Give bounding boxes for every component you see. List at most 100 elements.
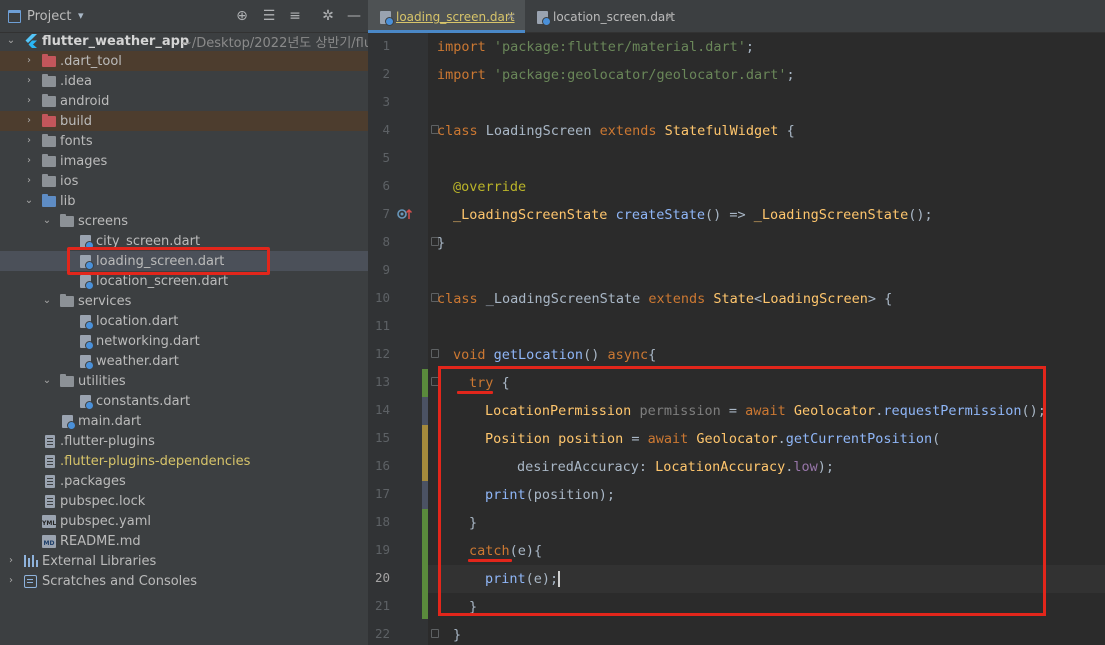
tree-item-ios[interactable]: › ios [0, 171, 368, 191]
tree-item-label: pubspec.lock [60, 493, 146, 509]
collapsed-arrow-icon[interactable]: › [24, 96, 34, 106]
class-name-token: LoadingScreen [485, 123, 592, 139]
dart-file-icon [62, 414, 76, 430]
tree-item-packages[interactable]: .packages [0, 471, 368, 491]
expand-arrow-icon[interactable]: ⌄ [42, 216, 52, 226]
collapse-all-icon[interactable]: ≡ [287, 8, 303, 24]
collapsed-arrow-icon[interactable]: › [24, 56, 34, 66]
tree-item-external-libraries[interactable]: › External Libraries [0, 551, 368, 571]
tree-item-lib[interactable]: ⌄ lib [0, 191, 368, 211]
code-line-22[interactable]: } [428, 621, 1105, 645]
folder-red-icon [42, 114, 56, 127]
dart-file-icon [80, 334, 94, 350]
dart-file-icon [80, 354, 94, 370]
editor-tab-bar: loading_screen.dart × location_screen.da… [368, 0, 1105, 33]
expand-arrow-icon[interactable]: ⌄ [6, 36, 16, 46]
code-line-7[interactable]: _LoadingScreenState createState() => _Lo… [428, 201, 1105, 229]
tree-item-networking[interactable]: networking.dart [0, 331, 368, 351]
collapsed-arrow-icon[interactable]: › [24, 176, 34, 186]
tree-item-build[interactable]: › build [0, 111, 368, 131]
line-number: 3 [382, 94, 390, 109]
brace-token: } [437, 235, 446, 251]
punctuation-token: { [648, 347, 657, 363]
tree-item-utilities[interactable]: ⌄ utilities [0, 371, 368, 391]
tree-item-label: fonts [60, 133, 93, 149]
type-token: State [713, 291, 755, 307]
tree-item-flutter-plugins[interactable]: .flutter-plugins [0, 431, 368, 451]
tree-item-screens[interactable]: ⌄ screens [0, 211, 368, 231]
tree-item-label: pubspec.yaml [60, 513, 151, 529]
dart-file-icon [537, 11, 551, 26]
dart-file-icon [80, 314, 94, 330]
tree-item-dart-tool[interactable]: › .dart_tool [0, 51, 368, 71]
target-icon[interactable]: ⊕ [234, 8, 250, 24]
tree-item-constants[interactable]: constants.dart [0, 391, 368, 411]
line-number: 21 [374, 598, 390, 613]
tree-item-pubspec-lock[interactable]: pubspec.lock [0, 491, 368, 511]
tab-loading-screen[interactable]: loading_screen.dart × [368, 0, 525, 33]
folder-blue-icon [42, 194, 56, 207]
collapsed-arrow-icon[interactable]: › [24, 136, 34, 146]
collapsed-arrow-icon[interactable]: › [24, 116, 34, 126]
expand-arrow-icon[interactable]: ⌄ [42, 296, 52, 306]
line-number: 7 [382, 206, 390, 221]
dart-file-icon [80, 274, 94, 290]
tree-item-location[interactable]: location.dart [0, 311, 368, 331]
folder-red-icon [42, 54, 56, 67]
tree-item-label: .flutter-plugins [60, 433, 155, 449]
collapsed-arrow-icon[interactable]: › [6, 556, 16, 566]
try-catch-highlight-box [438, 366, 1046, 616]
keyword-token: class [437, 291, 478, 307]
collapsed-arrow-icon[interactable]: › [6, 576, 16, 586]
line-number-current: 20 [374, 570, 390, 585]
tree-item-scratches[interactable]: › Scratches and Consoles [0, 571, 368, 591]
tree-item-flutter-plugins-dependencies[interactable]: .flutter-plugins-dependencies [0, 451, 368, 471]
tree-item-idea[interactable]: › .idea [0, 71, 368, 91]
code-line-10[interactable]: class _LoadingScreenState extends State<… [428, 285, 1105, 313]
tree-item-images[interactable]: › images [0, 151, 368, 171]
override-method-icon[interactable] [397, 206, 413, 222]
brace-token: } [453, 627, 462, 643]
tree-item-label: weather.dart [96, 353, 179, 369]
tree-item-pubspec-yaml[interactable]: YML pubspec.yaml [0, 511, 368, 531]
code-line-4[interactable]: class LoadingScreen extends StatefulWidg… [428, 117, 1105, 145]
tree-item-main[interactable]: main.dart [0, 411, 368, 431]
folder-grey-icon [42, 94, 56, 107]
line-number: 12 [374, 346, 390, 361]
close-icon[interactable]: × [506, 9, 516, 23]
collapsed-arrow-icon[interactable]: › [24, 156, 34, 166]
close-icon[interactable]: × [665, 9, 675, 23]
code-line-6[interactable]: @override [428, 173, 1105, 201]
tree-item-services[interactable]: ⌄ services [0, 291, 368, 311]
tree-item-label: External Libraries [42, 553, 157, 569]
punctuation-token: () => [704, 207, 754, 223]
dart-file-icon [80, 394, 94, 410]
punctuation-token: ; [745, 39, 755, 55]
code-line-2[interactable]: import 'package:geolocator/geolocator.da… [428, 61, 1105, 89]
tree-item-label: .flutter-plugins-dependencies [60, 453, 251, 469]
tree-item-fonts[interactable]: › fonts [0, 131, 368, 151]
code-line-8[interactable]: } [428, 229, 1105, 257]
code-line-12[interactable]: void getLocation() async{ [428, 341, 1105, 369]
minimize-icon[interactable]: — [346, 8, 362, 24]
yaml-file-icon: YML [42, 514, 56, 528]
tree-item-android[interactable]: › android [0, 91, 368, 111]
folder-grey-icon [42, 74, 56, 87]
expand-arrow-icon[interactable]: ⌄ [24, 196, 34, 206]
function-token: getLocation [493, 347, 584, 363]
folder-grey-icon [42, 134, 56, 147]
tree-item-weather[interactable]: weather.dart [0, 351, 368, 371]
tree-root-row[interactable]: ⌄ flutter_weather_app ~/Desktop/2022년도 상… [0, 31, 368, 51]
collapsed-arrow-icon[interactable]: › [24, 76, 34, 86]
text-file-icon [45, 474, 55, 488]
project-view-selector[interactable]: Project [27, 9, 71, 24]
gear-icon[interactable]: ✲ [320, 8, 336, 24]
keyword-token: class [437, 123, 478, 139]
chevron-down-icon[interactable]: ▾ [78, 9, 84, 22]
tree-item-readme[interactable]: MD README.md [0, 531, 368, 551]
expand-arrow-icon[interactable]: ⌄ [42, 376, 52, 386]
code-line-1[interactable]: import 'package:flutter/material.dart'; [428, 33, 1105, 61]
expand-all-icon[interactable]: ☰ [261, 8, 277, 24]
tab-location-screen[interactable]: location_screen.dart × [525, 0, 685, 33]
tree-item-label: constants.dart [96, 393, 191, 409]
